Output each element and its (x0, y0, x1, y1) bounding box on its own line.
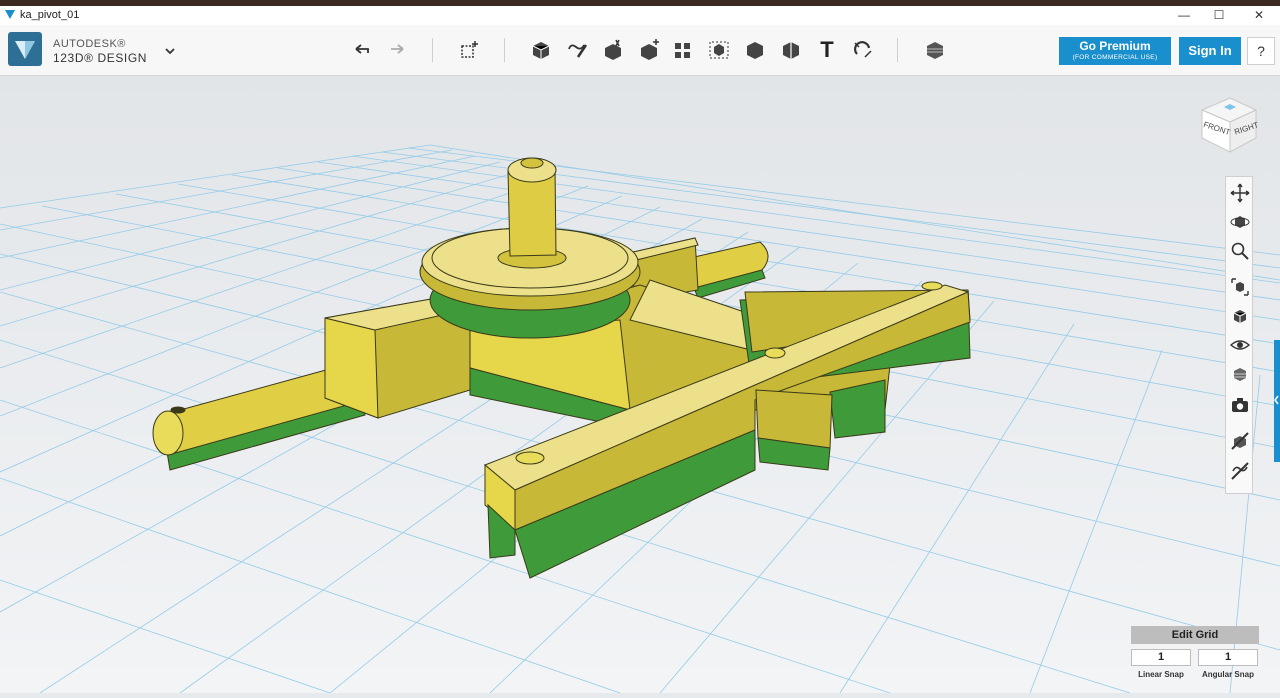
toolbar-separator (432, 38, 433, 62)
visibility-icon[interactable] (1228, 333, 1252, 357)
material-icon[interactable] (922, 37, 948, 63)
construct-icon[interactable] (600, 37, 626, 63)
measure-icon[interactable] (778, 37, 804, 63)
scene-canvas[interactable] (0, 76, 1280, 694)
orbit-icon[interactable] (1228, 210, 1252, 234)
title-bar: ka_pivot_01 — ☐ ✕ (0, 6, 1280, 25)
pattern-icon[interactable] (670, 37, 696, 63)
premium-sub-label: (FOR COMMERCIAL USE) (1072, 54, 1158, 61)
toolbar-separator (504, 38, 505, 62)
main-toolbar: AUTODESK® 123D® DESIGN T Go Premium (FOR… (0, 25, 1280, 76)
zoom-icon[interactable] (1228, 239, 1252, 263)
linear-snap-label: Linear Snap (1138, 670, 1184, 679)
minimize-button[interactable]: — (1165, 6, 1203, 25)
linear-snap-input[interactable]: 1 (1131, 649, 1191, 666)
grouping-icon[interactable] (706, 37, 732, 63)
view-icon[interactable] (1228, 304, 1252, 328)
combine-icon[interactable] (742, 37, 768, 63)
brand-line1: AUTODESK® (53, 38, 126, 50)
snap-icon[interactable] (850, 37, 876, 63)
premium-label: Go Premium (1079, 39, 1151, 53)
brand-line2: 123D® DESIGN (53, 51, 148, 65)
go-premium-button[interactable]: Go Premium (FOR COMMERCIAL USE) (1059, 37, 1171, 65)
navigation-bar (1225, 176, 1253, 494)
chevron-down-icon[interactable] (162, 43, 178, 59)
window-title: ka_pivot_01 (20, 9, 80, 21)
primitives-icon[interactable] (528, 37, 554, 63)
text-tool-glyph: T (820, 37, 834, 62)
sketch-visibility-icon[interactable] (1228, 459, 1252, 483)
sketch-icon[interactable] (564, 37, 590, 63)
sign-in-button[interactable]: Sign In (1179, 37, 1241, 65)
undo-icon[interactable] (349, 37, 375, 63)
transform-icon[interactable] (456, 37, 482, 63)
angular-snap-input[interactable]: 1 (1198, 649, 1258, 666)
pan-icon[interactable] (1228, 181, 1252, 205)
fit-icon[interactable] (1228, 275, 1252, 299)
close-button[interactable]: ✕ (1240, 6, 1278, 25)
side-panel-tab[interactable] (1274, 340, 1280, 462)
screenshot-icon[interactable] (1228, 393, 1252, 417)
redo-icon[interactable] (384, 37, 410, 63)
edit-grid-button[interactable]: Edit Grid (1131, 626, 1259, 644)
modify-icon[interactable] (636, 37, 662, 63)
material-view-icon[interactable] (1228, 362, 1252, 386)
app-icon (5, 10, 15, 19)
hide-icon[interactable] (1228, 429, 1252, 453)
toolbar-separator (897, 38, 898, 62)
view-cube[interactable]: FRONT RIGHT (1196, 92, 1262, 158)
help-button[interactable]: ? (1247, 37, 1275, 65)
3d-viewport[interactable] (0, 76, 1280, 694)
text-icon[interactable]: T (814, 37, 840, 63)
angular-snap-label: Angular Snap (1201, 670, 1254, 679)
maximize-button[interactable]: ☐ (1200, 6, 1238, 25)
autodesk-logo-icon[interactable] (8, 32, 42, 66)
